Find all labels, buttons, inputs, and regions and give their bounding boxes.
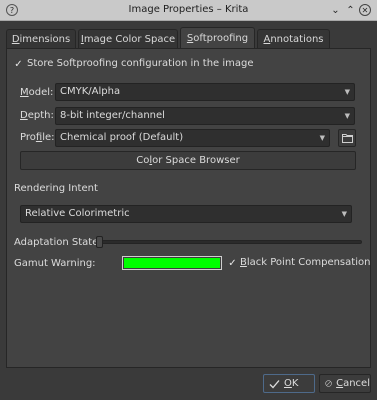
gamut-warning-color-button[interactable]	[122, 256, 222, 270]
adaptation-state-slider[interactable]	[96, 240, 362, 244]
color-space-browser-button[interactable]: Color Space Browser	[20, 151, 356, 170]
black-point-compensation-label: Black Point Compensation	[240, 257, 371, 268]
chevron-down-icon: ▼	[319, 134, 325, 142]
chevron-down-icon: ▼	[344, 88, 350, 96]
gamut-warning-color-swatch	[124, 258, 220, 268]
store-softproofing-checkbox[interactable]: ✓	[13, 59, 24, 70]
minimize-icon[interactable]: ⌄	[330, 5, 341, 16]
model-label: Model:	[20, 87, 54, 98]
cancel-icon	[325, 380, 332, 387]
profile-value: Chemical proof (Default)	[60, 132, 184, 143]
black-point-compensation-checkbox[interactable]: ✓	[227, 258, 238, 269]
cancel-button[interactable]: Cancel	[319, 374, 371, 393]
rendering-intent-combobox[interactable]: Relative Colorimetric ▼	[20, 205, 352, 223]
gamut-warning-label: Gamut Warning:	[14, 258, 96, 269]
rendering-intent-label: Rendering Intent	[14, 183, 98, 194]
profile-label: Profile:	[20, 132, 55, 143]
cancel-label: Cancel	[336, 378, 370, 389]
tab-image-color-space[interactable]: Image Color Space	[78, 29, 178, 49]
check-icon	[269, 379, 280, 388]
depth-label: Depth:	[20, 110, 54, 121]
profile-combobox[interactable]: Chemical proof (Default) ▼	[55, 129, 330, 147]
profile-browse-button[interactable]	[338, 129, 356, 147]
maximize-icon[interactable]: ⌃	[345, 5, 356, 16]
window-titlebar: ? Image Properties – Krita ⌄ ⌃ ✕	[0, 0, 377, 21]
adaptation-state-slider-handle[interactable]	[96, 236, 103, 248]
rendering-intent-value: Relative Colorimetric	[25, 208, 130, 219]
adaptation-state-label: Adaptation State:	[14, 237, 102, 248]
ok-label: OK	[284, 378, 299, 389]
ok-button[interactable]: OK	[263, 374, 315, 393]
tab-softproofing[interactable]: Softproofing	[180, 27, 255, 49]
model-value: CMYK/Alpha	[60, 86, 121, 97]
model-combobox[interactable]: CMYK/Alpha ▼	[55, 83, 355, 101]
chevron-down-icon: ▼	[341, 210, 347, 218]
close-icon[interactable]: ✕	[359, 4, 371, 16]
store-softproofing-label: Store Softproofing configuration in the …	[27, 58, 254, 69]
window-title: Image Properties – Krita	[128, 4, 249, 15]
depth-combobox[interactable]: 8-bit integer/channel ▼	[55, 107, 355, 125]
depth-value: 8-bit integer/channel	[60, 110, 165, 121]
tab-annotations[interactable]: Annotations	[257, 29, 330, 49]
chevron-down-icon: ▼	[344, 112, 350, 120]
folder-icon	[342, 134, 353, 143]
tab-dimensions[interactable]: Dimensions	[6, 29, 76, 49]
